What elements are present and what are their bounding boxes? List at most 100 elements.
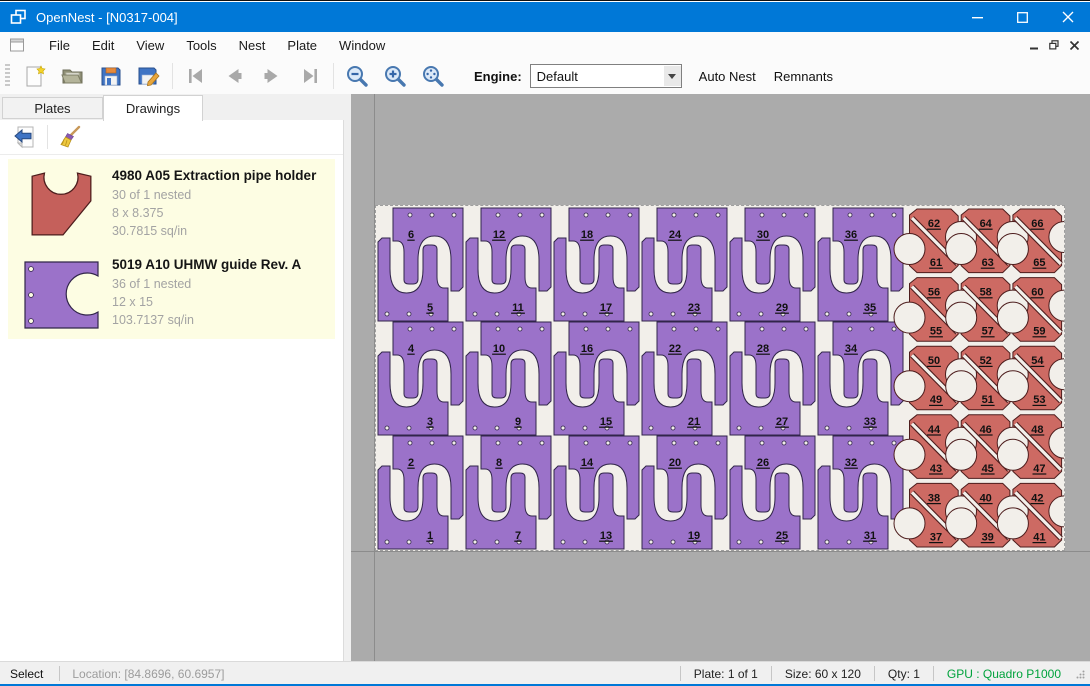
go-first-icon: [184, 64, 208, 88]
panel-splitter[interactable]: [344, 120, 351, 661]
menu-item-plate[interactable]: Plate: [276, 34, 328, 57]
svg-text:42: 42: [1031, 492, 1043, 504]
svg-text:54: 54: [1031, 355, 1044, 367]
svg-text:24: 24: [669, 229, 682, 241]
close-icon: [1062, 11, 1074, 23]
svg-text:60: 60: [1031, 287, 1043, 299]
toolbar-separator: [333, 63, 334, 89]
drawing-area: 30.7815 sq/in: [112, 222, 331, 240]
drawing-thumbnail-red: [12, 166, 112, 240]
zoom-fit-button[interactable]: [414, 60, 452, 92]
svg-text:32: 32: [845, 457, 857, 469]
menu-item-window[interactable]: Window: [328, 34, 396, 57]
svg-text:1: 1: [427, 530, 433, 542]
mdi-close-button[interactable]: [1064, 36, 1084, 54]
svg-text:22: 22: [669, 343, 681, 355]
svg-text:2: 2: [408, 457, 414, 469]
svg-text:50: 50: [928, 355, 940, 367]
mdi-restore-icon: [1049, 40, 1059, 50]
new-file-button[interactable]: [16, 60, 54, 92]
menu-item-view[interactable]: View: [125, 34, 175, 57]
list-item[interactable]: 4980 A05 Extraction pipe holder 30 of 1 …: [8, 159, 335, 248]
svg-text:46: 46: [980, 424, 992, 436]
minimize-icon: [972, 12, 983, 23]
mdi-document-icon[interactable]: [9, 37, 26, 53]
part-shape-purple: [22, 259, 102, 331]
svg-text:59: 59: [1033, 326, 1045, 338]
menu-bar: File Edit View Tools Nest Plate Window: [0, 32, 1090, 58]
go-next-icon: [260, 64, 284, 88]
svg-text:28: 28: [757, 343, 769, 355]
svg-text:13: 13: [600, 530, 612, 542]
resize-grip[interactable]: [1074, 668, 1086, 680]
drawings-toolbar: [0, 120, 343, 155]
svg-text:33: 33: [864, 416, 876, 428]
go-first-button[interactable]: [177, 60, 215, 92]
plate-guide-horizontal: [351, 551, 1090, 552]
zoom-in-button[interactable]: [376, 60, 414, 92]
close-button[interactable]: [1045, 2, 1090, 32]
svg-text:61: 61: [930, 257, 942, 269]
svg-text:31: 31: [864, 530, 876, 542]
tab-plates[interactable]: Plates: [2, 97, 103, 119]
maximize-button[interactable]: [1000, 2, 1045, 32]
menu-item-tools[interactable]: Tools: [175, 34, 227, 57]
svg-text:7: 7: [515, 530, 521, 542]
svg-text:4: 4: [408, 343, 415, 355]
mdi-restore-button[interactable]: [1044, 36, 1064, 54]
go-previous-icon: [222, 64, 246, 88]
svg-text:17: 17: [600, 302, 612, 314]
open-button[interactable]: [54, 60, 92, 92]
status-plate-count: Plate: 1 of 1: [681, 667, 771, 681]
svg-text:38: 38: [928, 492, 940, 504]
zoom-out-button[interactable]: [338, 60, 376, 92]
menu-item-file[interactable]: File: [38, 34, 81, 57]
save-button[interactable]: [92, 60, 130, 92]
status-mode: Select: [0, 667, 59, 681]
svg-text:19: 19: [688, 530, 700, 542]
toolbar-grip[interactable]: [5, 64, 10, 88]
drawing-dimensions: 12 x 15: [112, 293, 331, 311]
engine-combobox[interactable]: Default: [530, 64, 682, 88]
svg-text:14: 14: [581, 457, 594, 469]
drawing-area: 103.7137 sq/in: [112, 311, 331, 329]
status-gpu: GPU : Quadro P1000: [934, 667, 1074, 681]
menu-item-edit[interactable]: Edit: [81, 34, 125, 57]
nest-canvas[interactable]: 6512111817242330293635431091615222128273…: [351, 94, 1090, 661]
minimize-button[interactable]: [955, 2, 1000, 32]
app-icon: [10, 9, 27, 25]
zoom-out-icon: [344, 63, 370, 89]
menu-item-nest[interactable]: Nest: [228, 34, 277, 57]
toolbar-separator: [47, 125, 48, 149]
save-icon: [98, 63, 124, 89]
auto-nest-button[interactable]: Auto Nest: [690, 63, 765, 90]
plate-sheet[interactable]: 6512111817242330293635431091615222128273…: [375, 205, 1065, 551]
svg-text:65: 65: [1033, 257, 1045, 269]
return-drawing-button[interactable]: [8, 122, 42, 152]
svg-text:58: 58: [980, 287, 992, 299]
svg-text:56: 56: [928, 287, 940, 299]
toolbar-separator: [172, 63, 173, 89]
svg-text:53: 53: [1033, 394, 1045, 406]
go-previous-button[interactable]: [215, 60, 253, 92]
zoom-in-icon: [382, 63, 408, 89]
list-item[interactable]: 5019 A10 UHMW guide Rev. A 36 of 1 neste…: [8, 248, 335, 339]
new-file-icon: [22, 63, 48, 89]
mdi-minimize-button[interactable]: [1024, 36, 1044, 54]
save-as-button[interactable]: [130, 60, 168, 92]
svg-text:21: 21: [688, 416, 700, 428]
engine-dropdown-button[interactable]: [664, 66, 681, 86]
svg-text:55: 55: [930, 326, 942, 338]
svg-text:63: 63: [982, 257, 994, 269]
tab-drawings[interactable]: Drawings: [103, 95, 203, 121]
svg-text:49: 49: [930, 394, 942, 406]
svg-text:34: 34: [845, 343, 858, 355]
clean-button[interactable]: [53, 122, 87, 152]
remnants-button[interactable]: Remnants: [765, 63, 842, 90]
engine-label: Engine:: [474, 69, 522, 84]
go-next-button[interactable]: [253, 60, 291, 92]
go-last-button[interactable]: [291, 60, 329, 92]
zoom-fit-icon: [420, 63, 446, 89]
status-qty: Qty: 1: [875, 667, 933, 681]
engine-value: Default: [537, 69, 664, 84]
